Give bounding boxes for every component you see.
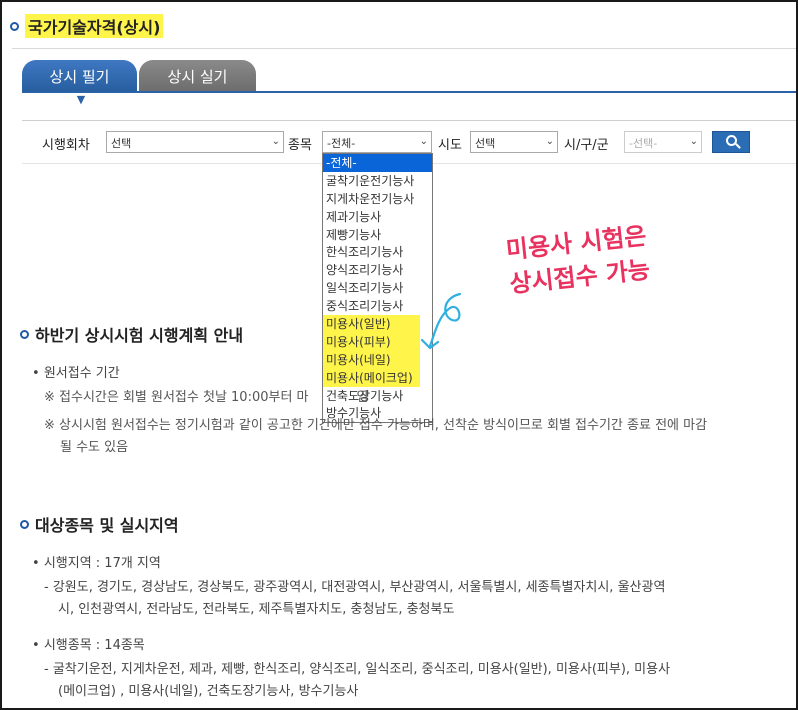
subject-select-value: -전체- <box>327 137 356 150</box>
dropdown-option-highlighted[interactable]: 미용사(일반) <box>323 315 420 333</box>
plan-section-title-text: 하반기 상시시험 시행계획 안내 <box>35 326 244 345</box>
chevron-down-icon: ▼ <box>76 93 86 106</box>
round-label: 시행회차 <box>42 138 90 153</box>
section-bullet-icon <box>20 329 29 339</box>
subject-detail-line1: - 굴착기운전, 지게차운전, 제과, 제빵, 한식조리, 양식조리, 일식조리… <box>44 662 671 677</box>
annotation-text: 미용사 시험은 상시접수 가능 <box>475 216 681 305</box>
section-bullet-icon <box>20 519 29 529</box>
subject-label: 종목 <box>288 138 312 153</box>
dropdown-option-highlighted[interactable]: 미용사(메이크업) <box>323 368 420 387</box>
target-section-title: 대상종목 및 실시지역 <box>20 512 179 536</box>
plan-item-text: 원서접수 기간 <box>43 366 120 381</box>
subject-select[interactable]: -전체- ⌄ <box>322 131 432 153</box>
dropdown-option[interactable]: 굴착기운전기능사 <box>323 172 432 190</box>
region-detail-line1: - 강원도, 경기도, 경상남도, 경상북도, 광주광역시, 대전광역시, 부산… <box>44 580 666 595</box>
region-detail: - 강원도, 경기도, 경상남도, 경상북도, 광주광역시, 대전광역시, 부산… <box>44 577 789 621</box>
annotation-arrow-icon <box>420 292 462 350</box>
region-label: 시도 <box>438 138 462 153</box>
plan-note-2-line1: ※ 상시시험 원서접수는 정기시험과 같이 공고한 기간에만 접수 가능하며, … <box>44 418 708 433</box>
district-select[interactable]: -선택- ⌄ <box>624 131 702 153</box>
round-select-value: 선택 <box>111 137 132 150</box>
subject-item-text: 시행종목 : 14종목 <box>43 638 145 653</box>
dropdown-option[interactable]: 제빵기능사 <box>323 226 432 244</box>
plan-note-1b: 임 <box>356 390 369 405</box>
district-select-value: -선택- <box>629 137 658 150</box>
plan-note-1: ※ 접수시간은 회별 원서접수 첫날 10:00부터 마 임 <box>44 387 368 409</box>
list-item: • 원서접수 기간 <box>32 366 120 381</box>
list-item: • 시행종목 : 14종목 <box>32 638 145 653</box>
target-section-title-text: 대상종목 및 실시지역 <box>35 516 179 535</box>
page-title-text: 국가기술자격(상시) <box>25 14 164 38</box>
chevron-down-icon: ⌄ <box>545 136 554 147</box>
region-select-value: 선택 <box>475 137 496 150</box>
chevron-down-icon: ⌄ <box>419 136 428 147</box>
page: 국가기술자격(상시) 상시 필기 상시 실기 ▼ 시행회차 선택 ⌄ 종목 -전… <box>2 2 796 708</box>
title-bullet-icon <box>10 21 19 31</box>
plan-section-title: 하반기 상시시험 시행계획 안내 <box>20 322 243 346</box>
dropdown-option[interactable]: 제과기능사 <box>323 208 432 226</box>
tab-practical[interactable]: 상시 실기 <box>139 60 256 92</box>
chevron-down-icon: ⌄ <box>271 136 280 147</box>
plan-note-2-line2: 될 수도 있음 <box>60 440 129 455</box>
dropdown-option-highlighted[interactable]: 미용사(피부) <box>323 332 420 351</box>
tab-written[interactable]: 상시 필기 <box>22 60 137 92</box>
plan-note-1a: ※ 접수시간은 회별 원서접수 첫날 10:00부터 마 <box>44 390 309 405</box>
subject-detail: - 굴착기운전, 지게차운전, 제과, 제빵, 한식조리, 양식조리, 일식조리… <box>44 659 789 703</box>
chevron-down-icon: ⌄ <box>689 136 698 147</box>
dropdown-option[interactable]: -전체- <box>323 154 432 172</box>
title-divider <box>12 48 796 49</box>
search-button[interactable] <box>712 131 750 153</box>
dropdown-option[interactable]: 한식조리기능사 <box>323 243 432 261</box>
tab-underline <box>22 91 796 93</box>
region-item-text: 시행지역 : 17개 지역 <box>43 556 161 571</box>
page-title: 국가기술자격(상시) <box>10 14 164 38</box>
tab-bar: 상시 필기 상시 실기 <box>22 60 256 92</box>
dropdown-option-highlighted[interactable]: 미용사(네일) <box>323 350 420 369</box>
plan-note-2: ※ 상시시험 원서접수는 정기시험과 같이 공고한 기간에만 접수 가능하며, … <box>44 415 784 459</box>
dropdown-option[interactable]: 양식조리기능사 <box>323 261 432 279</box>
dropdown-option[interactable]: 지게차운전기능사 <box>323 190 432 208</box>
district-label: 시/구/군 <box>564 138 609 153</box>
region-select[interactable]: 선택 ⌄ <box>470 131 558 153</box>
region-detail-line2: 시, 인천광역시, 전라남도, 전라북도, 제주특별자치도, 충청남도, 충청북… <box>58 602 455 617</box>
list-item: • 시행지역 : 17개 지역 <box>32 556 161 571</box>
subject-detail-line2: (메이크업) , 미용사(네일), 건축도장기능사, 방수기능사 <box>58 684 359 699</box>
round-select[interactable]: 선택 ⌄ <box>106 131 284 153</box>
